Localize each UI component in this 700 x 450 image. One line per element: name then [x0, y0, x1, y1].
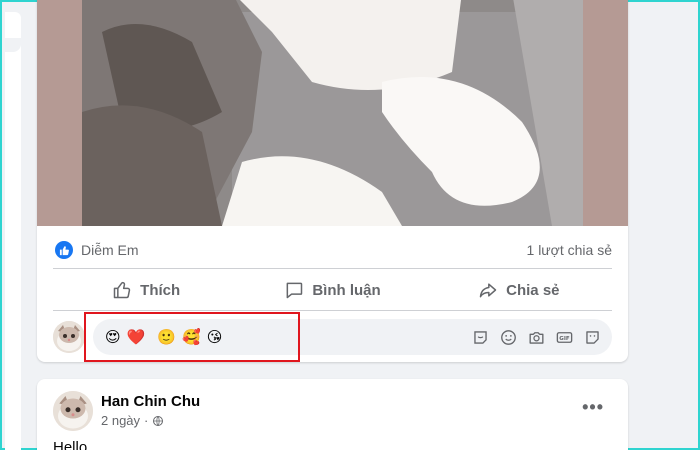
svg-text:GIF: GIF	[559, 335, 570, 341]
post-text: Hello	[53, 439, 88, 450]
avatar[interactable]	[53, 321, 85, 353]
emoji-highlight-box	[84, 312, 300, 362]
globe-icon	[153, 415, 164, 426]
like-label: Thích	[140, 281, 181, 299]
post-card: Diễm Em 1 lượt chia sẻ Thích Bình luận C…	[37, 0, 628, 362]
like-reaction-icon	[55, 241, 73, 259]
share-icon	[479, 283, 497, 298]
share-button[interactable]: Chia sẻ	[426, 272, 612, 308]
share-label: Chia sẻ	[506, 281, 560, 299]
gif-icon[interactable]: GIF	[555, 328, 574, 347]
camera-icon[interactable]	[527, 328, 546, 347]
comment-button[interactable]: Bình luận	[239, 272, 425, 308]
post-card: Han Chin Chu 2 ngày · ••• Hello	[37, 379, 628, 450]
sticker-icon[interactable]	[583, 328, 602, 347]
comment-label: Bình luận	[312, 281, 381, 299]
post-timestamp[interactable]: 2 ngày	[101, 413, 140, 428]
cat-image	[82, 0, 583, 226]
post-video[interactable]	[37, 0, 628, 226]
like-button[interactable]: Thích	[53, 272, 239, 308]
emoji-icon[interactable]	[499, 328, 518, 347]
like-icon	[113, 282, 131, 299]
divider	[53, 310, 612, 311]
meta-separator: ·	[144, 413, 149, 428]
sticker-comment-icon[interactable]	[471, 328, 490, 347]
cat-avatar-image	[53, 321, 85, 353]
author-name[interactable]: Han Chin Chu	[101, 393, 200, 410]
post-meta: 2 ngày ·	[101, 413, 164, 428]
reactor-name[interactable]: Diễm Em	[81, 242, 139, 258]
divider	[53, 268, 612, 269]
cat-avatar-image	[53, 391, 93, 431]
more-icon[interactable]: •••	[582, 398, 604, 416]
post-actions: Thích Bình luận Chia sẻ	[53, 272, 612, 308]
author-avatar[interactable]	[53, 391, 93, 431]
share-count[interactable]: 1 lượt chia sẻ	[527, 242, 612, 258]
comment-icon	[286, 282, 303, 299]
composer-tools: GIF	[471, 328, 602, 347]
reactions-summary: Diễm Em 1 lượt chia sẻ	[55, 240, 612, 260]
left-rail	[5, 12, 21, 450]
